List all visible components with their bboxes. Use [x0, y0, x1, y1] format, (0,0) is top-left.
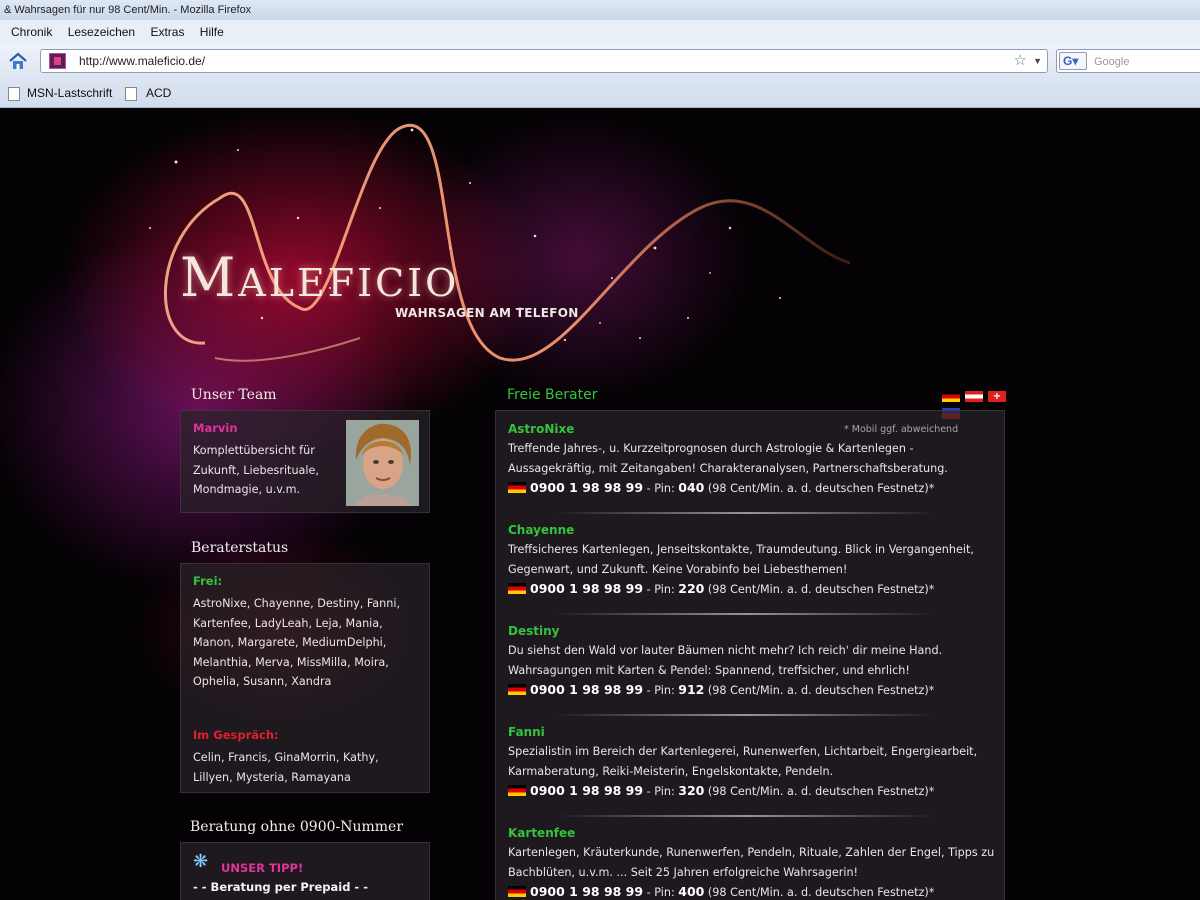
- url-bar[interactable]: http://www.maleficio.de/ ☆ ▼: [40, 49, 1048, 73]
- entry-divider: [556, 714, 936, 716]
- snowflake-icon: ❋: [193, 851, 209, 872]
- flag-germany-icon: [508, 482, 526, 493]
- search-placeholder[interactable]: Google: [1094, 51, 1129, 73]
- status-busy-label: Im Gespräch:: [193, 728, 279, 742]
- site-favicon-icon: [49, 53, 66, 69]
- phone-number[interactable]: 0900 1 98 98 99: [530, 682, 643, 697]
- tipp-label: UNSER TIPP!: [221, 861, 304, 875]
- pin-label: - Pin:: [643, 482, 679, 495]
- berater-entry: Fanni Spezialistin im Bereich der Karten…: [508, 723, 998, 801]
- berater-phone-line: 0900 1 98 98 99 - Pin: 220 (98 Cent/Min.…: [508, 579, 998, 599]
- price-note: (98 Cent/Min. a. d. deutschen Festnetz)*: [704, 684, 935, 697]
- search-box[interactable]: G▾ Google: [1056, 49, 1200, 73]
- team-title: Unser Team: [191, 387, 277, 403]
- pin-label: - Pin:: [643, 785, 679, 798]
- bookmarks-toolbar: MSN-Lastschrift ACD: [0, 78, 1200, 108]
- menu-lesezeichen[interactable]: Lesezeichen: [68, 20, 135, 44]
- bookmark-star-icon[interactable]: ☆: [1014, 50, 1027, 72]
- berater-phone-line: 0900 1 98 98 99 - Pin: 400 (98 Cent/Min.…: [508, 882, 998, 900]
- menu-bar: Chronik Lesezeichen Extras Hilfe: [0, 20, 1200, 44]
- flag-germany-icon: [508, 684, 526, 695]
- berater-description: Treffende Jahres-, u. Kurzzeitprognosen …: [508, 442, 948, 475]
- phone-number[interactable]: 0900 1 98 98 99: [530, 581, 643, 596]
- berater-description: Du siehst den Wald vor lauter Bäumen nic…: [508, 644, 943, 677]
- status-free-label: Frei:: [193, 574, 223, 588]
- team-member-name[interactable]: Marvin: [193, 421, 238, 435]
- avatar-portrait-icon: [346, 420, 419, 506]
- berater-entry: Kartenfee Kartenlegen, Kräuterkunde, Run…: [508, 824, 998, 900]
- phone-number[interactable]: 0900 1 98 98 99: [530, 884, 643, 899]
- status-title: Beraterstatus: [191, 540, 289, 556]
- team-box: Marvin Komplettübersicht für Zukunft, Li…: [180, 410, 430, 513]
- berater-name[interactable]: Destiny: [508, 622, 998, 641]
- page-content: Maleficio WAHRSAGEN AM TELEFON Unser Tea…: [0, 108, 1200, 900]
- pin-number: 400: [678, 884, 705, 899]
- site-tagline: WAHRSAGEN AM TELEFON: [395, 306, 579, 320]
- berater-entry: Destiny Du siehst den Wald vor lauter Bä…: [508, 622, 998, 700]
- berater-name[interactable]: Kartenfee: [508, 824, 998, 843]
- menu-extras[interactable]: Extras: [150, 20, 184, 44]
- flag-austria-icon[interactable]: [965, 391, 983, 402]
- berater-name[interactable]: Fanni: [508, 723, 998, 742]
- window-title: & Wahrsagen für nur 98 Cent/Min. - Mozil…: [0, 0, 1200, 20]
- bookmark-page-icon: [125, 87, 137, 101]
- flag-switzerland-icon[interactable]: +: [988, 391, 1006, 402]
- url-dropdown-icon[interactable]: ▼: [1033, 50, 1042, 72]
- url-text[interactable]: http://www.maleficio.de/: [79, 50, 205, 72]
- pin-label: - Pin:: [643, 684, 679, 697]
- menu-chronik[interactable]: Chronik: [11, 20, 52, 44]
- berater-phone-line: 0900 1 98 98 99 - Pin: 320 (98 Cent/Min.…: [508, 781, 998, 801]
- home-button[interactable]: [6, 50, 30, 72]
- pin-label: - Pin:: [643, 583, 679, 596]
- entry-divider: [556, 815, 936, 817]
- berater-description: Treffsicheres Kartenlegen, Jenseitskonta…: [508, 543, 974, 576]
- berater-box: AstroNixe Treffende Jahres-, u. Kurzzeit…: [495, 410, 1005, 900]
- team-member-description: Komplettübersicht für Zukunft, Liebesrit…: [193, 444, 319, 496]
- berater-title: Freie Berater: [507, 387, 598, 403]
- berater-entry: Chayenne Treffsicheres Kartenlegen, Jens…: [508, 521, 998, 599]
- status-busy-list[interactable]: Celin, Francis, GinaMorrin, Kathy, Lilly…: [193, 748, 415, 787]
- berater-phone-line: 0900 1 98 98 99 - Pin: 912 (98 Cent/Min.…: [508, 680, 998, 700]
- status-box: Frei: AstroNixe, Chayenne, Destiny, Fann…: [180, 563, 430, 793]
- flag-germany-icon: [508, 886, 526, 897]
- navigation-bar: http://www.maleficio.de/ ☆ ▼ G▾ Google: [0, 44, 1200, 78]
- price-note: (98 Cent/Min. a. d. deutschen Festnetz)*: [704, 785, 935, 798]
- flag-germany-icon[interactable]: [942, 391, 960, 402]
- bookmark-msn-lastschrift[interactable]: MSN-Lastschrift: [27, 78, 112, 108]
- pin-label: - Pin:: [643, 886, 679, 899]
- pin-number: 912: [678, 682, 705, 697]
- entry-divider: [556, 613, 936, 615]
- entry-divider: [556, 512, 936, 514]
- mobil-note: * Mobil ggf. abweichend: [844, 424, 959, 435]
- pin-number: 220: [678, 581, 705, 596]
- team-member-avatar[interactable]: [346, 420, 419, 506]
- price-note: (98 Cent/Min. a. d. deutschen Festnetz)*: [704, 482, 935, 495]
- bookmark-page-icon: [8, 87, 20, 101]
- prepaid-box: ❋ UNSER TIPP! - - Beratung per Prepaid -…: [180, 842, 430, 900]
- price-note: (98 Cent/Min. a. d. deutschen Festnetz)*: [704, 886, 935, 899]
- berater-name[interactable]: Chayenne: [508, 521, 998, 540]
- home-icon: [9, 52, 27, 69]
- menu-hilfe[interactable]: Hilfe: [200, 20, 224, 44]
- price-note: (98 Cent/Min. a. d. deutschen Festnetz)*: [704, 583, 935, 596]
- phone-number[interactable]: 0900 1 98 98 99: [530, 783, 643, 798]
- flag-germany-icon: [508, 583, 526, 594]
- phone-number[interactable]: 0900 1 98 98 99: [530, 480, 643, 495]
- berater-description: Spezialistin im Bereich der Kartenlegere…: [508, 745, 978, 778]
- berater-description: Kartenlegen, Kräuterkunde, Runenwerfen, …: [508, 846, 995, 879]
- pin-number: 040: [678, 480, 705, 495]
- pin-number: 320: [678, 783, 705, 798]
- bookmark-acd[interactable]: ACD: [146, 78, 171, 108]
- berater-phone-line: 0900 1 98 98 99 - Pin: 040 (98 Cent/Min.…: [508, 478, 998, 498]
- status-free-list[interactable]: AstroNixe, Chayenne, Destiny, Fanni, Kar…: [193, 594, 415, 692]
- flag-germany-icon: [508, 785, 526, 796]
- prepaid-link[interactable]: - - Beratung per Prepaid - -: [193, 880, 368, 894]
- search-engine-icon[interactable]: G▾: [1059, 52, 1087, 70]
- prepaid-title: Beratung ohne 0900-Nummer: [190, 819, 404, 835]
- site-logo[interactable]: Maleficio: [180, 246, 459, 309]
